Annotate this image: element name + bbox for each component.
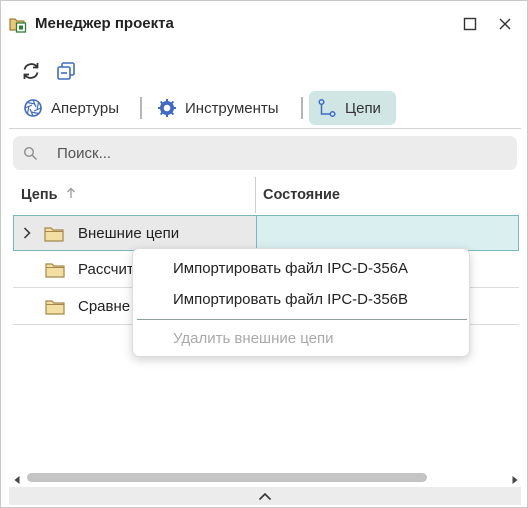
window-title: Менеджер проекта	[35, 15, 174, 32]
tool-icon	[158, 99, 176, 117]
scrollbar-thumb[interactable]	[27, 473, 427, 482]
horizontal-scrollbar[interactable]	[13, 469, 519, 485]
folder-icon	[45, 299, 65, 320]
context-menu: Импортировать файл IPC-D-356A Импортиров…	[132, 248, 470, 357]
sort-ascending-icon	[66, 187, 76, 203]
collapse-all-icon	[57, 62, 75, 80]
tab-apertures-label: Апертуры	[51, 99, 119, 117]
column-header-net-label: Цепь	[21, 187, 58, 203]
refresh-button[interactable]	[19, 59, 43, 83]
refresh-icon	[23, 63, 39, 79]
search-icon	[23, 146, 37, 160]
menu-item-import-ipc-356a[interactable]: Импортировать файл IPC-D-356A	[173, 260, 408, 277]
maximize-button[interactable]	[460, 14, 480, 34]
column-header-state-label: Состояние	[263, 187, 340, 203]
column-divider[interactable]	[255, 177, 256, 213]
tab-separator	[140, 97, 142, 119]
menu-item-delete-external-nets[interactable]: Удалить внешние цепи	[173, 330, 334, 347]
tree-row-external-nets[interactable]: Внешние цепи	[13, 215, 519, 251]
tab-tools-label: Инструменты	[185, 99, 279, 117]
column-header-net[interactable]: Цепь	[21, 177, 76, 213]
tab-separator	[301, 97, 303, 119]
tree-row-label: Внешние цепи	[78, 225, 180, 242]
column-header-state[interactable]: Состояние	[263, 177, 340, 213]
search-box	[13, 136, 517, 170]
tab-apertures[interactable]: Апертуры	[15, 91, 127, 125]
menu-separator	[137, 319, 467, 320]
project-manager-window: Менеджер проекта Апертуры Инструменты Це…	[0, 0, 528, 508]
maximize-icon	[463, 17, 477, 31]
folder-icon	[45, 262, 65, 283]
expand-panel-bar[interactable]	[9, 487, 521, 505]
tab-tools[interactable]: Инструменты	[149, 91, 287, 125]
title-bar: Менеджер проекта	[1, 1, 527, 47]
menu-item-import-ipc-356b[interactable]: Импортировать файл IPC-D-356B	[173, 291, 408, 308]
aperture-icon	[24, 99, 42, 117]
search-input[interactable]	[57, 140, 497, 166]
state-cell	[256, 216, 518, 250]
net-icon	[318, 98, 336, 118]
toolbar	[1, 59, 527, 85]
close-button[interactable]	[495, 14, 515, 34]
tabs-divider	[9, 128, 521, 129]
collapse-all-button[interactable]	[54, 59, 78, 83]
chevron-right-icon[interactable]	[22, 226, 32, 245]
tree-row-label: Сравне	[78, 298, 131, 315]
tree-row-label: Рассчит	[78, 261, 134, 278]
tree-header: Цепь Состояние	[9, 177, 521, 213]
tab-bar: Апертуры Инструменты Цепи	[1, 91, 527, 125]
tab-nets-label: Цепи	[345, 99, 381, 117]
close-icon	[499, 18, 511, 30]
project-manager-icon	[9, 15, 27, 33]
chevron-up-icon	[258, 492, 272, 500]
tab-nets[interactable]: Цепи	[309, 91, 396, 125]
folder-icon	[44, 226, 64, 247]
